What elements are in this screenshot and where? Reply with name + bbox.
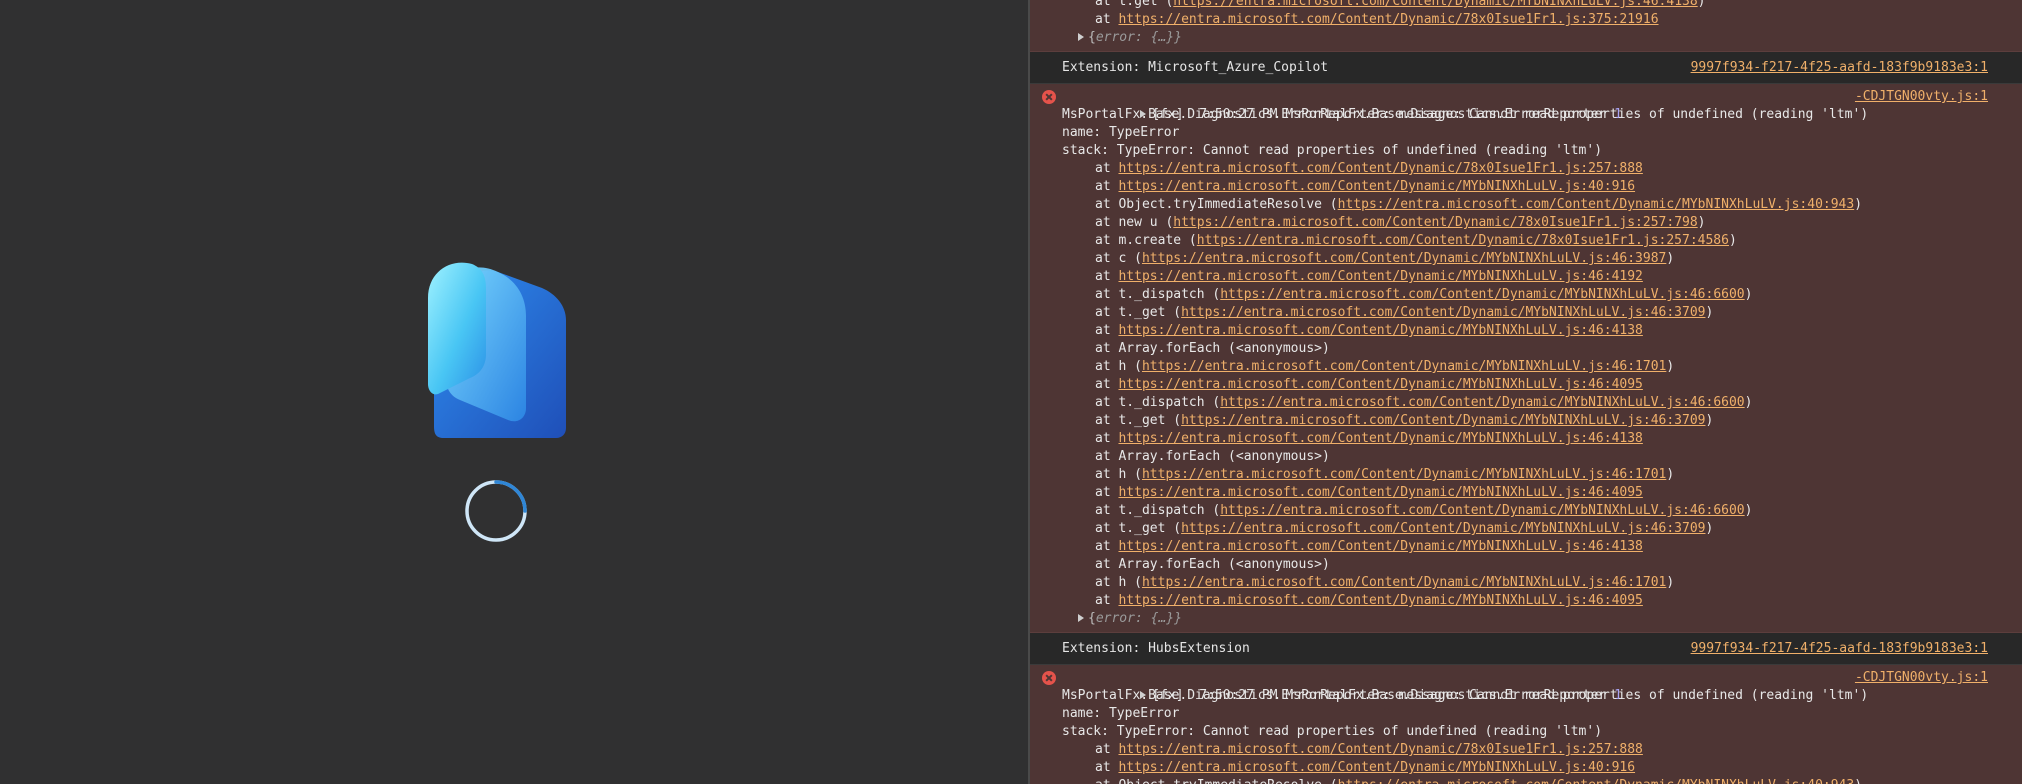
stack-frame-link[interactable]: https://entra.microsoft.com/Content/Dyna… [1338,197,1855,212]
error-message-text: MsPortalFx.Base.Diagnostics.ErrorReporte… [1062,688,1869,703]
loading-spinner-icon [464,479,528,543]
error-name-text: name: TypeError [1062,125,1180,140]
devtools-console[interactable]: at t.get (https://entra.microsoft.com/Co… [1030,0,2022,784]
stack-frame: at h (https://entra.microsoft.com/Conten… [1095,467,1675,482]
stack-frames: at https://entra.microsoft.com/Content/D… [1030,160,2022,610]
stack-frame-link[interactable]: https://entra.microsoft.com/Content/Dyna… [1118,377,1642,392]
expand-triangle-icon[interactable] [1078,33,1084,41]
stack-frame-link[interactable]: https://entra.microsoft.com/Content/Dyna… [1118,179,1635,194]
stack-frame: at https://entra.microsoft.com/Content/D… [1095,269,1643,284]
stack-frame-link[interactable]: https://entra.microsoft.com/Content/Dyna… [1220,287,1744,302]
app-loading-pane [0,0,1028,784]
source-link[interactable]: 9997f934-f217-4f25-aafd-183f9b9183e3:1 [1691,640,1988,658]
error-name-text: name: TypeError [1062,706,1180,721]
stack-frame-link[interactable]: https://entra.microsoft.com/Content/Dyna… [1142,575,1666,590]
error-icon [1042,671,1056,685]
stack-frame-link[interactable]: https://entra.microsoft.com/Content/Dyna… [1118,742,1642,757]
stack-frame-link[interactable]: https://entra.microsoft.com/Content/Dyna… [1220,503,1744,518]
app-logo-icon [420,258,570,440]
stack-frame-link[interactable]: https://entra.microsoft.com/Content/Dyna… [1118,269,1642,284]
stack-frame: at Object.tryImmediateResolve (https://e… [1030,777,2022,784]
stack-frame-link[interactable]: https://entra.microsoft.com/Content/Dyna… [1118,12,1658,27]
stack-frame: at t._dispatch (https://entra.microsoft.… [1095,503,1753,518]
console-error-message: [fx] 7:50:27 PM MsPortalFx.Base.Diagnost… [1030,84,2022,633]
error-header[interactable]: [fx] 7:50:27 PM MsPortalFx.Base.Diagnost… [1030,669,2022,703]
extension-label: Extension: HubsExtension [1062,641,1250,656]
stack-frame: at https://entra.microsoft.com/Content/D… [1095,179,1636,194]
stack-frame: at https://entra.microsoft.com/Content/D… [1095,539,1643,554]
stack-frame-link[interactable]: https://entra.microsoft.com/Content/Dyna… [1142,467,1666,482]
error-stack-text: stack: TypeError: Cannot read properties… [1062,724,1603,739]
extension-label: Extension: Microsoft_Azure_Copilot [1062,60,1329,75]
stack-frame-link[interactable]: https://entra.microsoft.com/Content/Dyna… [1118,161,1642,176]
stack-frame: at https://entra.microsoft.com/Content/D… [1095,593,1643,608]
console-messages: at t.get (https://entra.microsoft.com/Co… [1030,0,2022,784]
stack-frame-link[interactable]: https://entra.microsoft.com/Content/Dyna… [1338,778,1855,784]
error-object-toggle[interactable]: {error: {…}} [1030,29,2022,47]
stack-frame: at https://entra.microsoft.com/Content/D… [1095,161,1643,176]
stack-frame-link[interactable]: https://entra.microsoft.com/Content/Dyna… [1118,323,1642,338]
stack-frame: at https://entra.microsoft.com/Content/D… [1095,12,1659,27]
stack-frame-link[interactable]: https://entra.microsoft.com/Content/Dyna… [1118,760,1635,775]
stack-frame-link[interactable]: https://entra.microsoft.com/Content/Dyna… [1142,359,1666,374]
stack-frame: at t.get (https://entra.microsoft.com/Co… [1030,0,2022,11]
error-stack-text: stack: TypeError: Cannot read properties… [1062,143,1603,158]
screen: at t.get (https://entra.microsoft.com/Co… [0,0,2022,784]
error-object-toggle[interactable]: {error: {…}} [1030,610,2022,628]
stack-frame-link[interactable]: https://entra.microsoft.com/Content/Dyna… [1118,593,1642,608]
stack-frame: at h (https://entra.microsoft.com/Conten… [1095,359,1675,374]
stack-frames: at https://entra.microsoft.com/Content/D… [1030,741,2022,784]
stack-frame-link[interactable]: https://entra.microsoft.com/Content/Dyna… [1173,0,1697,9]
stack-frame-link[interactable]: https://entra.microsoft.com/Content/Dyna… [1197,233,1729,248]
console-error-message: at t.get (https://entra.microsoft.com/Co… [1030,0,2022,52]
stack-frame: at Object.tryImmediateResolve (https://e… [1095,197,1863,212]
stack-frame: at https://entra.microsoft.com/Content/D… [1095,377,1643,392]
stack-frame: at https://entra.microsoft.com/Content/D… [1095,760,1636,775]
stack-frame-link[interactable]: https://entra.microsoft.com/Content/Dyna… [1118,431,1642,446]
stack-frame-link[interactable]: https://entra.microsoft.com/Content/Dyna… [1220,395,1744,410]
source-link[interactable]: -CDJTGN00vty.js:1 [1855,88,1988,106]
stack-frame: at t._get (https://entra.microsoft.com/C… [1095,413,1714,428]
error-header[interactable]: [fx] 7:50:27 PM MsPortalFx.Base.Diagnost… [1030,88,2022,122]
console-error-message: [fx] 7:50:27 PM MsPortalFx.Base.Diagnost… [1030,665,2022,784]
error-icon [1042,90,1056,104]
stack-frame-link[interactable]: https://entra.microsoft.com/Content/Dyna… [1181,413,1705,428]
stack-frame: at t._get (https://entra.microsoft.com/C… [1095,305,1714,320]
stack-frame: at t._dispatch (https://entra.microsoft.… [1095,395,1753,410]
stack-frame: at new u (https://entra.microsoft.com/Co… [1095,215,1706,230]
source-link[interactable]: -CDJTGN00vty.js:1 [1855,669,1988,687]
stack-frame: at t._dispatch (https://entra.microsoft.… [1095,287,1753,302]
stack-frame: at https://entra.microsoft.com/Content/D… [1095,431,1643,446]
stack-frame-link[interactable]: https://entra.microsoft.com/Content/Dyna… [1118,485,1642,500]
stack-frame: at h (https://entra.microsoft.com/Conten… [1095,575,1675,590]
stack-frame-link[interactable]: https://entra.microsoft.com/Content/Dyna… [1181,521,1705,536]
stack-frame: at t._get (https://entra.microsoft.com/C… [1095,521,1714,536]
stack-frame: at https://entra.microsoft.com/Content/D… [1095,485,1643,500]
stack-frame: at c (https://entra.microsoft.com/Conten… [1095,251,1675,266]
stack-frame: at Array.forEach (<anonymous>) [1095,449,1330,464]
stack-frame: at Array.forEach (<anonymous>) [1095,341,1330,356]
stack-frame: at https://entra.microsoft.com/Content/D… [1095,323,1643,338]
stack-frame-link[interactable]: https://entra.microsoft.com/Content/Dyna… [1118,539,1642,554]
stack-frame: at Array.forEach (<anonymous>) [1095,557,1330,572]
stack-frame-link[interactable]: https://entra.microsoft.com/Content/Dyna… [1142,251,1666,266]
stack-frame-link[interactable]: https://entra.microsoft.com/Content/Dyna… [1173,215,1697,230]
console-info-message: Extension: Microsoft_Azure_Copilot 9997f… [1030,52,2022,84]
stack-frame: at https://entra.microsoft.com/Content/D… [1095,742,1643,757]
stack-frame: at m.create (https://entra.microsoft.com… [1095,233,1737,248]
error-message-text: MsPortalFx.Base.Diagnostics.ErrorReporte… [1062,107,1869,122]
source-link[interactable]: 9997f934-f217-4f25-aafd-183f9b9183e3:1 [1691,59,1988,77]
stack-frame-link[interactable]: https://entra.microsoft.com/Content/Dyna… [1181,305,1705,320]
console-info-message: Extension: HubsExtension 9997f934-f217-4… [1030,633,2022,665]
expand-triangle-icon[interactable] [1078,614,1084,622]
